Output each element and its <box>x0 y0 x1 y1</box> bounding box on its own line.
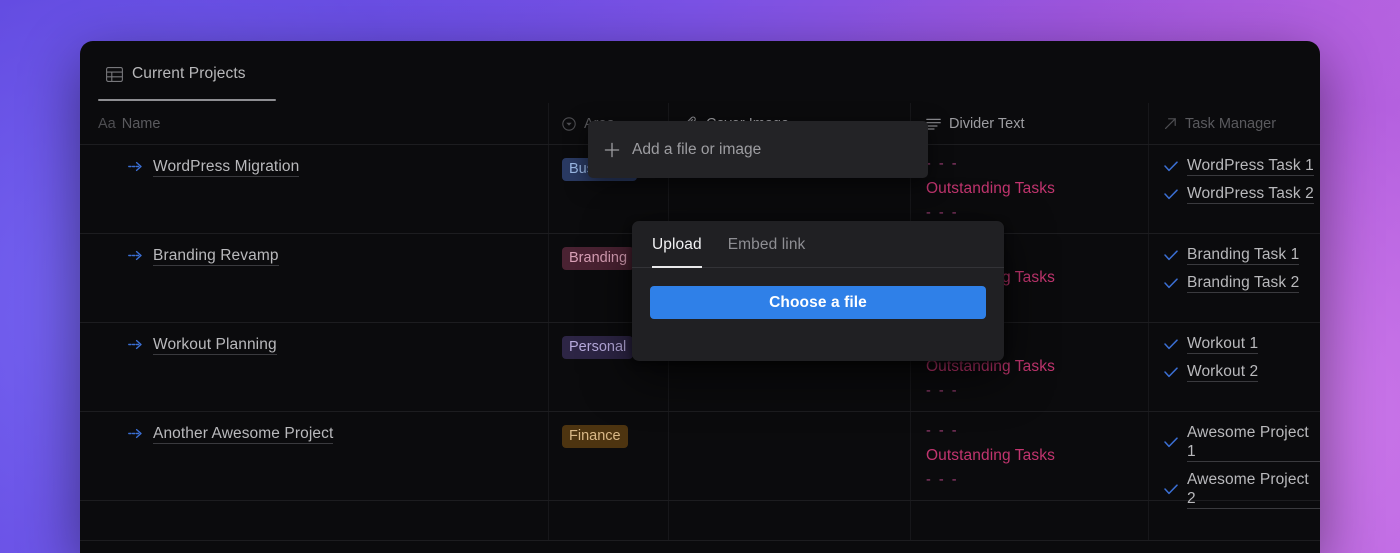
task-relation-item[interactable]: Workout 2 <box>1164 362 1320 382</box>
task-relation-item[interactable]: WordPress Task 1 <box>1164 156 1320 176</box>
cell-name[interactable]: Workout Planning <box>80 323 548 411</box>
task-name: WordPress Task 1 <box>1187 157 1314 176</box>
column-header-label: Name <box>121 115 161 132</box>
project-name: Branding Revamp <box>153 247 279 266</box>
column-header-task-manager[interactable]: Task Manager <box>1148 103 1320 144</box>
add-file-or-image-label: Add a file or image <box>632 140 762 158</box>
task-relation-item[interactable]: Workout 1 <box>1164 334 1320 354</box>
task-relation-item[interactable]: Awesome Project 2 <box>1164 470 1320 509</box>
cell-divider-text[interactable]: - - - Outstanding Tasks - - - <box>910 145 1148 233</box>
cell-name[interactable]: Another Awesome Project <box>80 412 548 500</box>
arrow-right-icon <box>128 246 143 262</box>
table-icon <box>106 66 123 82</box>
cell-divider-text[interactable]: - - - Outstanding Tasks - - - <box>910 412 1148 500</box>
cell-task-manager[interactable]: Branding Task 1 Branding Task 2 <box>1148 234 1320 322</box>
row-divider <box>80 500 1320 501</box>
cell-task-manager[interactable]: Workout 1 Workout 2 <box>1148 323 1320 411</box>
area-tag[interactable]: Branding <box>562 247 635 270</box>
arrow-right-icon <box>128 157 143 173</box>
text-lines-icon <box>926 118 941 130</box>
upload-modal-tabs: Upload Embed link <box>632 221 1004 268</box>
cell-task-manager[interactable]: WordPress Task 1 WordPress Task 2 <box>1148 145 1320 233</box>
check-icon <box>1164 437 1178 448</box>
new-row-button[interactable]: New <box>80 541 1320 553</box>
desktop-background: Current Projects Aa Name Divider Text Ta… <box>0 0 1400 553</box>
add-file-or-image-cell-popover[interactable]: Add a file or image <box>588 121 928 178</box>
view-tab-bar: Current Projects <box>80 41 1320 105</box>
column-header-label: Divider Text <box>949 115 1025 132</box>
task-relation-item[interactable]: Branding Task 2 <box>1164 273 1320 293</box>
check-icon <box>1164 277 1178 288</box>
check-icon <box>1164 160 1178 171</box>
view-tab-current-projects[interactable]: Current Projects <box>98 56 254 92</box>
arrow-up-right-icon <box>1164 117 1177 130</box>
arrow-right-icon <box>128 335 143 351</box>
cell-cover-image[interactable] <box>668 412 910 500</box>
divider-title: Outstanding Tasks <box>926 447 1055 464</box>
upload-modal-body: Choose a file <box>632 268 1004 337</box>
task-relation-item[interactable]: Awesome Project 1 <box>1164 423 1320 462</box>
upload-modal: Upload Embed link Choose a file <box>632 221 1004 361</box>
plus-icon <box>604 142 620 158</box>
task-name: WordPress Task 2 <box>1187 185 1314 204</box>
arrow-right-icon <box>128 424 143 440</box>
task-name: Awesome Project 2 <box>1187 470 1320 509</box>
cell-name[interactable]: Branding Revamp <box>80 234 548 322</box>
table-row[interactable]: Another Awesome Project Finance - - - Ou… <box>80 412 1320 509</box>
column-header-name[interactable]: Aa Name <box>80 103 548 144</box>
tab-embed-link[interactable]: Embed link <box>728 221 806 268</box>
column-header-label: Task Manager <box>1185 115 1277 132</box>
check-icon <box>1164 338 1178 349</box>
circle-chevron-down-icon <box>562 116 576 131</box>
project-name: Another Awesome Project <box>153 425 334 444</box>
cell-task-manager[interactable]: Awesome Project 1 Awesome Project 2 <box>1148 412 1320 509</box>
check-icon <box>1164 484 1178 495</box>
divider-dashes: - - - <box>926 472 959 488</box>
task-name: Branding Task 1 <box>1187 246 1300 265</box>
project-name: WordPress Migration <box>153 158 300 177</box>
divider-dashes: - - - <box>926 205 959 221</box>
cell-name[interactable]: WordPress Migration <box>80 145 548 233</box>
divider-dashes: - - - <box>926 156 959 172</box>
check-icon <box>1164 366 1178 377</box>
task-name: Branding Task 2 <box>1187 274 1300 293</box>
project-name: Workout Planning <box>153 336 277 355</box>
view-tab-label: Current Projects <box>132 65 246 82</box>
divider-dashes: - - - <box>926 423 959 439</box>
check-icon <box>1164 249 1178 260</box>
column-header-divider-text[interactable]: Divider Text <box>910 103 1148 144</box>
aa-text-icon: Aa <box>98 115 116 132</box>
view-tab-active-underline <box>98 99 276 101</box>
area-tag[interactable]: Finance <box>562 425 628 448</box>
cell-area[interactable]: Finance <box>548 412 668 500</box>
task-name: Workout 2 <box>1187 363 1259 382</box>
divider-title: Outstanding Tasks <box>926 180 1055 197</box>
choose-a-file-button[interactable]: Choose a file <box>650 286 986 319</box>
task-name: Workout 1 <box>1187 335 1259 354</box>
notion-table-panel: Current Projects Aa Name Divider Text Ta… <box>80 41 1320 553</box>
task-relation-item[interactable]: Branding Task 1 <box>1164 245 1320 265</box>
divider-dashes: - - - <box>926 383 959 399</box>
task-name: Awesome Project 1 <box>1187 423 1320 462</box>
area-tag[interactable]: Personal <box>562 336 634 359</box>
check-icon <box>1164 188 1178 199</box>
tab-upload[interactable]: Upload <box>652 221 702 268</box>
task-relation-item[interactable]: WordPress Task 2 <box>1164 184 1320 204</box>
